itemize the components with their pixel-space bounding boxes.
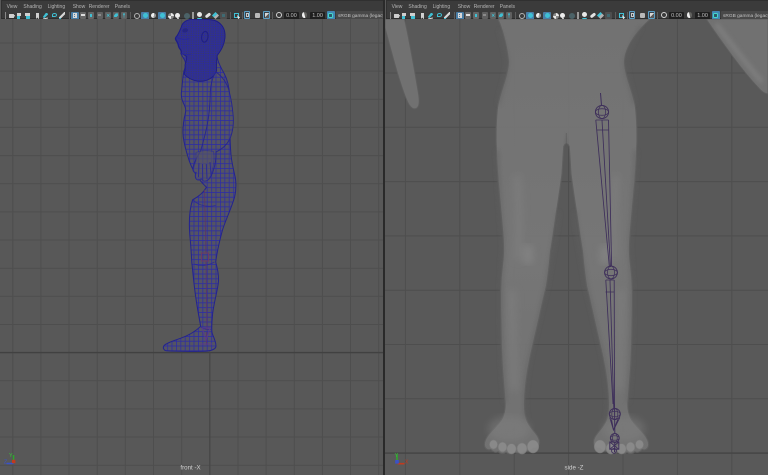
svg-text:X: X (405, 459, 409, 465)
svg-text:side -Z: side -Z (565, 465, 584, 472)
svg-text:Y: Y (9, 453, 13, 459)
svg-text:front -X: front -X (180, 465, 200, 472)
svg-text:Y: Y (395, 453, 399, 459)
